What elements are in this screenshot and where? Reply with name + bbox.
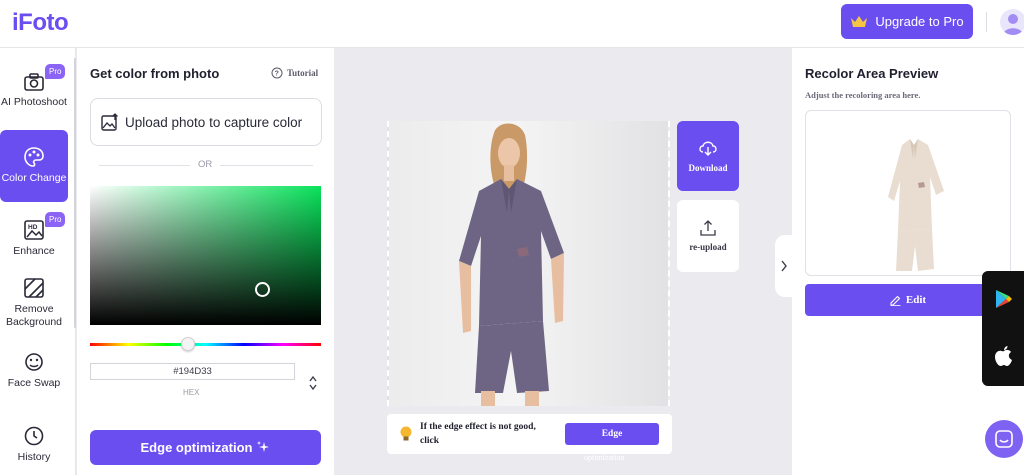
clock-icon — [24, 426, 44, 446]
panel-title: Get color from photo — [90, 66, 220, 81]
sparkle-icon — [257, 440, 270, 452]
image-upload-icon — [101, 113, 118, 131]
chevron-right-icon — [780, 260, 787, 272]
apple-icon[interactable] — [995, 346, 1013, 367]
color-picker-panel: Get color from photo ? Tutorial Upload p… — [77, 48, 334, 475]
upload-icon — [700, 220, 716, 236]
chat-icon — [995, 430, 1013, 448]
preview-title: Recolor Area Preview — [805, 66, 939, 81]
help-icon: ? — [271, 67, 283, 79]
photo-canvas[interactable] — [387, 121, 670, 406]
top-header: iFoto Upgrade to Pro — [0, 0, 1024, 48]
nav-label: AI Photoshoot — [1, 96, 67, 108]
nav-label: History — [17, 451, 51, 463]
app-store-bar — [982, 271, 1024, 386]
edge-optimization-button[interactable]: Edge optimization — [90, 430, 321, 465]
nav-label: Face Swap — [7, 377, 61, 389]
tip-text: If the edge effect is not good, click — [420, 422, 536, 446]
left-navigation: AI Photoshoot Pro Color Change HD Enhanc… — [0, 48, 76, 475]
nav-label: Color Change — [1, 172, 67, 184]
header-divider — [986, 12, 987, 32]
hue-slider[interactable] — [90, 343, 321, 346]
ifoto-logo[interactable]: iFoto — [12, 9, 69, 37]
user-avatar[interactable] — [1000, 9, 1024, 35]
edit-label: Edit — [905, 294, 927, 306]
pencil-icon — [890, 295, 901, 306]
reupload-label: re-upload — [689, 242, 727, 252]
nav-label: Remove Background — [5, 302, 63, 328]
svg-text:HD: HD — [28, 224, 38, 231]
nav-label: Enhance — [13, 245, 55, 257]
pro-badge: Pro — [45, 212, 66, 227]
upgrade-to-pro-button[interactable]: Upgrade to Pro — [841, 4, 973, 39]
saturation-knob[interactable] — [255, 282, 270, 297]
recolor-area-preview[interactable] — [805, 110, 1011, 276]
hex-label: HEX — [183, 388, 200, 397]
edge-optimization-label: Edge optimization — [140, 440, 253, 455]
tip-overflow-text: optimization — [584, 453, 625, 462]
canvas-area: Download re-upload If the edge effect is… — [334, 48, 792, 475]
nav-item-enhance[interactable]: HD Enhance Pro — [0, 208, 68, 270]
upload-photo-button[interactable]: Upload photo to capture color — [90, 98, 322, 146]
svg-text:?: ? — [275, 71, 279, 78]
remove-bg-icon — [24, 277, 44, 298]
nav-scrollbar[interactable] — [74, 58, 76, 328]
hd-image-icon: HD — [24, 220, 44, 240]
face-swap-icon — [25, 353, 43, 371]
edit-button[interactable]: Edit — [805, 284, 1011, 316]
user-icon — [1003, 14, 1023, 35]
tutorial-label: Tutorial — [287, 68, 319, 78]
nav-item-ai-photoshoot[interactable]: AI Photoshoot Pro — [0, 60, 68, 122]
collapse-panel-tab[interactable] — [775, 235, 792, 297]
model-photo — [459, 123, 564, 406]
preview-subtitle: Adjust the recoloring area here. — [805, 90, 921, 100]
crown-icon — [851, 16, 868, 27]
pro-badge: Pro — [45, 64, 66, 79]
tip-edge-button[interactable]: Edge — [565, 423, 659, 445]
reupload-button[interactable]: re-upload — [677, 200, 739, 272]
google-play-icon[interactable] — [995, 289, 1013, 309]
recolor-preview-panel: Recolor Area Preview Adjust the recolori… — [792, 48, 1024, 475]
tutorial-link[interactable]: ? Tutorial — [271, 67, 318, 79]
camera-icon — [24, 73, 44, 91]
saturation-field[interactable] — [90, 186, 321, 325]
palette-icon — [24, 147, 44, 167]
upgrade-label: Upgrade to Pro — [875, 14, 964, 29]
garment-preview-image — [888, 139, 944, 271]
hue-knob[interactable] — [181, 337, 195, 351]
edge-tip-bar: If the edge effect is not good, click Ed… — [387, 414, 672, 454]
format-toggle[interactable] — [309, 375, 317, 392]
upload-label: Upload photo to capture color — [125, 114, 303, 130]
download-button[interactable]: Download — [677, 121, 739, 191]
chevron-up-down-icon — [309, 375, 317, 391]
download-label: Download — [688, 163, 728, 173]
hex-input[interactable]: #194D33 — [90, 363, 295, 380]
cloud-download-icon — [699, 141, 717, 156]
or-text: OR — [190, 159, 221, 170]
nav-item-history[interactable]: History — [0, 420, 68, 470]
nav-item-remove-background[interactable]: Remove Background — [0, 274, 68, 332]
nav-item-face-swap[interactable]: Face Swap — [0, 342, 68, 400]
nav-item-color-change[interactable]: Color Change — [0, 130, 68, 202]
chat-support-button[interactable] — [985, 420, 1023, 458]
lightbulb-icon — [400, 426, 412, 441]
